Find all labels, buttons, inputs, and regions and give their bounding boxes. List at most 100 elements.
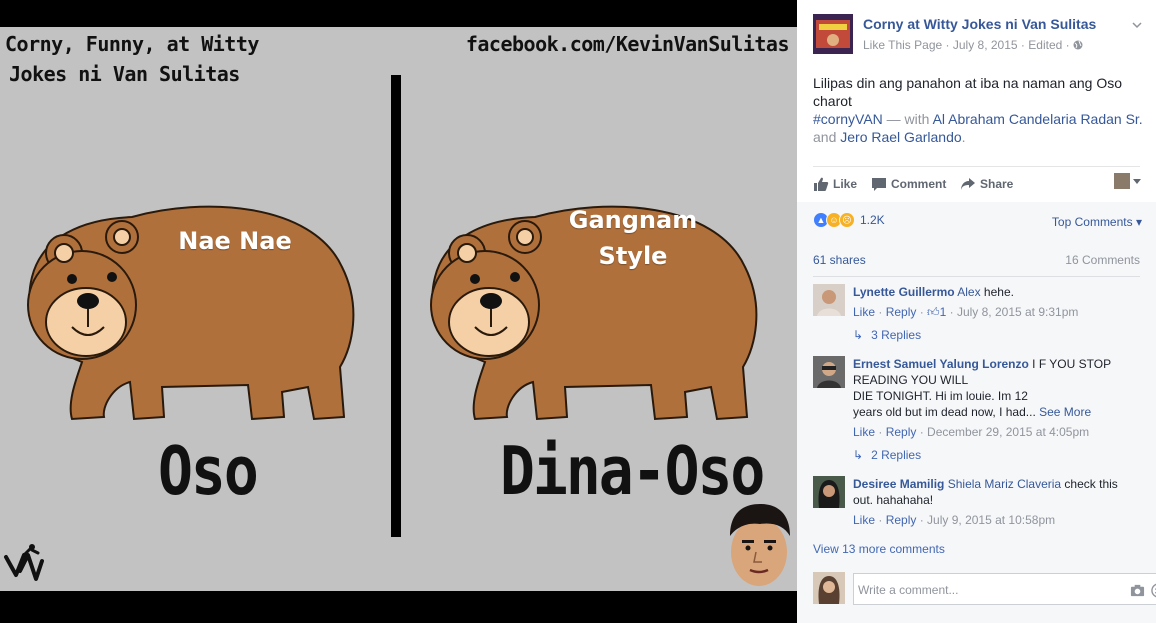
divider [813, 276, 1140, 277]
caption-line-2: Jokes ni Van Sulitas [9, 62, 240, 86]
replies-count: 2 Replies [871, 448, 922, 462]
tagged-user[interactable]: Shiela Mariz Claveria [948, 477, 1061, 491]
like-label: Like [833, 177, 858, 191]
photo-viewer: Corny, Funny, at Witty Jokes ni Van Suli… [0, 0, 797, 623]
shares-count-link[interactable]: 61 shares [813, 253, 866, 267]
word-dina-oso: Dina-Oso [500, 431, 765, 511]
comment-text-line2: DIE TONIGHT. Hi im louie. Im 12 [853, 389, 1028, 403]
comments-count[interactable]: 16 Comments [1065, 253, 1140, 267]
avatar[interactable] [813, 356, 845, 388]
top-comments-dropdown[interactable]: Top Comments ▾ [1052, 215, 1142, 229]
post-actions: Like Comment Share [813, 168, 1141, 198]
reaction-count: 1.2K [860, 213, 885, 227]
reactions-summary[interactable]: ▲ ☺ ☹ 1.2K [813, 212, 885, 228]
and-text: and [813, 129, 841, 145]
commenter-name[interactable]: Ernest Samuel Yalung Lorenzo [853, 357, 1029, 371]
commenter-name[interactable]: Desiree Mamilig [853, 477, 944, 491]
post-side-panel: Corny at Witty Jokes ni Van Sulitas Like… [797, 0, 1156, 623]
sad-reaction-icon: ☹ [839, 212, 855, 228]
face-sticker-icon [730, 504, 790, 586]
share-icon [961, 178, 975, 190]
post-as-selector[interactable] [1114, 173, 1141, 189]
replies-count: 3 Replies [871, 328, 922, 342]
comment-time[interactable]: December 29, 2015 at 4:05pm [927, 425, 1089, 439]
view-replies-link[interactable]: ↳ 3 Replies [853, 328, 921, 342]
tagged-user[interactable]: Alex [957, 285, 980, 299]
camera-icon[interactable] [1130, 583, 1145, 598]
chevron-down-icon[interactable] [1130, 18, 1144, 32]
meme-caption-url: facebook.com/KevinVanSulitas [465, 32, 790, 56]
word-oso: Oso [158, 431, 259, 511]
comment-like-button[interactable]: Like [853, 425, 875, 439]
bear-right-label-line2: Style [598, 242, 668, 270]
like-this-page-link[interactable]: Like This Page [863, 38, 942, 52]
see-more-link[interactable]: See More [1039, 405, 1091, 419]
thumbs-up-icon [814, 177, 829, 191]
comment-reply-button[interactable]: Reply [886, 513, 917, 527]
commenter-name[interactable]: Lynette Guillermo [853, 285, 955, 299]
post-header: Corny at Witty Jokes ni Van Sulitas Like… [813, 14, 1144, 58]
share-label: Share [980, 177, 1014, 191]
comment-reply-button[interactable]: Reply [886, 425, 917, 439]
center-divider [391, 75, 401, 537]
with-text: — with [882, 111, 933, 127]
meme-caption-top-left: Corny, Funny, at Witty Jokes ni Van Suli… [5, 29, 259, 89]
meta-separator: · [945, 38, 950, 52]
post-date[interactable]: July 8, 2015 [953, 38, 1018, 52]
avatar[interactable] [813, 476, 845, 508]
comment-body: Desiree Mamilig Shiela Mariz Claveria ch… [853, 476, 1123, 528]
caption-line-1: Corny, Funny, at Witty [5, 32, 259, 56]
meta-separator: · [1020, 38, 1025, 52]
reply-arrow-icon: ↳ [853, 328, 864, 342]
edited-label[interactable]: Edited [1028, 38, 1062, 52]
comment-reply-button[interactable]: Reply [886, 305, 917, 319]
caret-down-icon: ▾ [1135, 215, 1142, 229]
comment-text-line3: years old but im dead now, I had... [853, 405, 1036, 419]
comment-time[interactable]: July 9, 2015 at 10:58pm [927, 513, 1055, 527]
bear-right-label: Gangnam Style [548, 202, 718, 274]
comment-like-button[interactable]: Like [853, 305, 875, 319]
comment-actions: Like · Reply · 👍︎1 · July 8, 2015 at 9:3… [853, 305, 1079, 319]
emoji-icon[interactable] [1151, 583, 1156, 598]
divider [813, 166, 1140, 167]
comment-like-button[interactable]: Like [853, 513, 875, 527]
comment-body: Lynette Guillermo Alex hehe. Like · Repl… [853, 284, 1123, 320]
caret-down-icon [1133, 178, 1141, 184]
tagged-user-2[interactable]: Jero Rael Garlando [840, 129, 961, 145]
top-comments-label: Top Comments [1051, 215, 1133, 229]
comment-like-count[interactable]: 1 [940, 305, 947, 319]
comment-label: Comment [891, 177, 947, 191]
comment-input[interactable]: Write a comment... [853, 573, 1156, 605]
like-button[interactable]: Like [813, 176, 857, 192]
vn-logo-icon [4, 544, 44, 581]
post-meta: Like This Page · July 8, 2015 · Edited · [863, 38, 1083, 52]
meme-image[interactable]: Corny, Funny, at Witty Jokes ni Van Suli… [0, 27, 797, 591]
avatar [813, 572, 845, 604]
view-more-comments-link[interactable]: View 13 more comments [813, 542, 945, 556]
comment-body: Ernest Samuel Yalung Lorenzo I F YOU STO… [853, 356, 1123, 440]
post-tags: #cornyVAN — with Al Abraham Candelaria R… [813, 110, 1143, 146]
globe-icon [1073, 38, 1083, 52]
meta-separator: · [1065, 38, 1070, 52]
comment-icon [872, 178, 886, 191]
share-button[interactable]: Share [960, 176, 1013, 192]
page-avatar[interactable] [813, 14, 853, 54]
avatar [1114, 173, 1130, 189]
hashtag-link[interactable]: #cornyVAN [813, 111, 883, 127]
comment-button[interactable]: Comment [871, 176, 946, 192]
comment-time[interactable]: July 8, 2015 at 9:31pm [957, 305, 1078, 319]
comment-actions: Like · Reply · December 29, 2015 at 4:05… [853, 425, 1090, 439]
page-name-link[interactable]: Corny at Witty Jokes ni Van Sulitas [863, 16, 1096, 32]
bear-left-label: Nae Nae [178, 227, 292, 255]
bear-left-illustration [27, 205, 355, 421]
avatar[interactable] [813, 284, 845, 316]
comment-text: hehe. [980, 285, 1014, 299]
period-text: . [961, 129, 966, 145]
post-text: Lilipas din ang panahon at iba na naman … [813, 74, 1143, 146]
post-message: Lilipas din ang panahon at iba na naman … [813, 75, 1123, 109]
comment-composer: Write a comment... [813, 572, 1156, 606]
tagged-user-1[interactable]: Al Abraham Candelaria Radan Sr. [933, 111, 1143, 127]
view-replies-link[interactable]: ↳ 2 Replies [853, 448, 921, 462]
bear-right-label-line1: Gangnam [568, 206, 698, 234]
comment-placeholder: Write a comment... [858, 583, 959, 597]
